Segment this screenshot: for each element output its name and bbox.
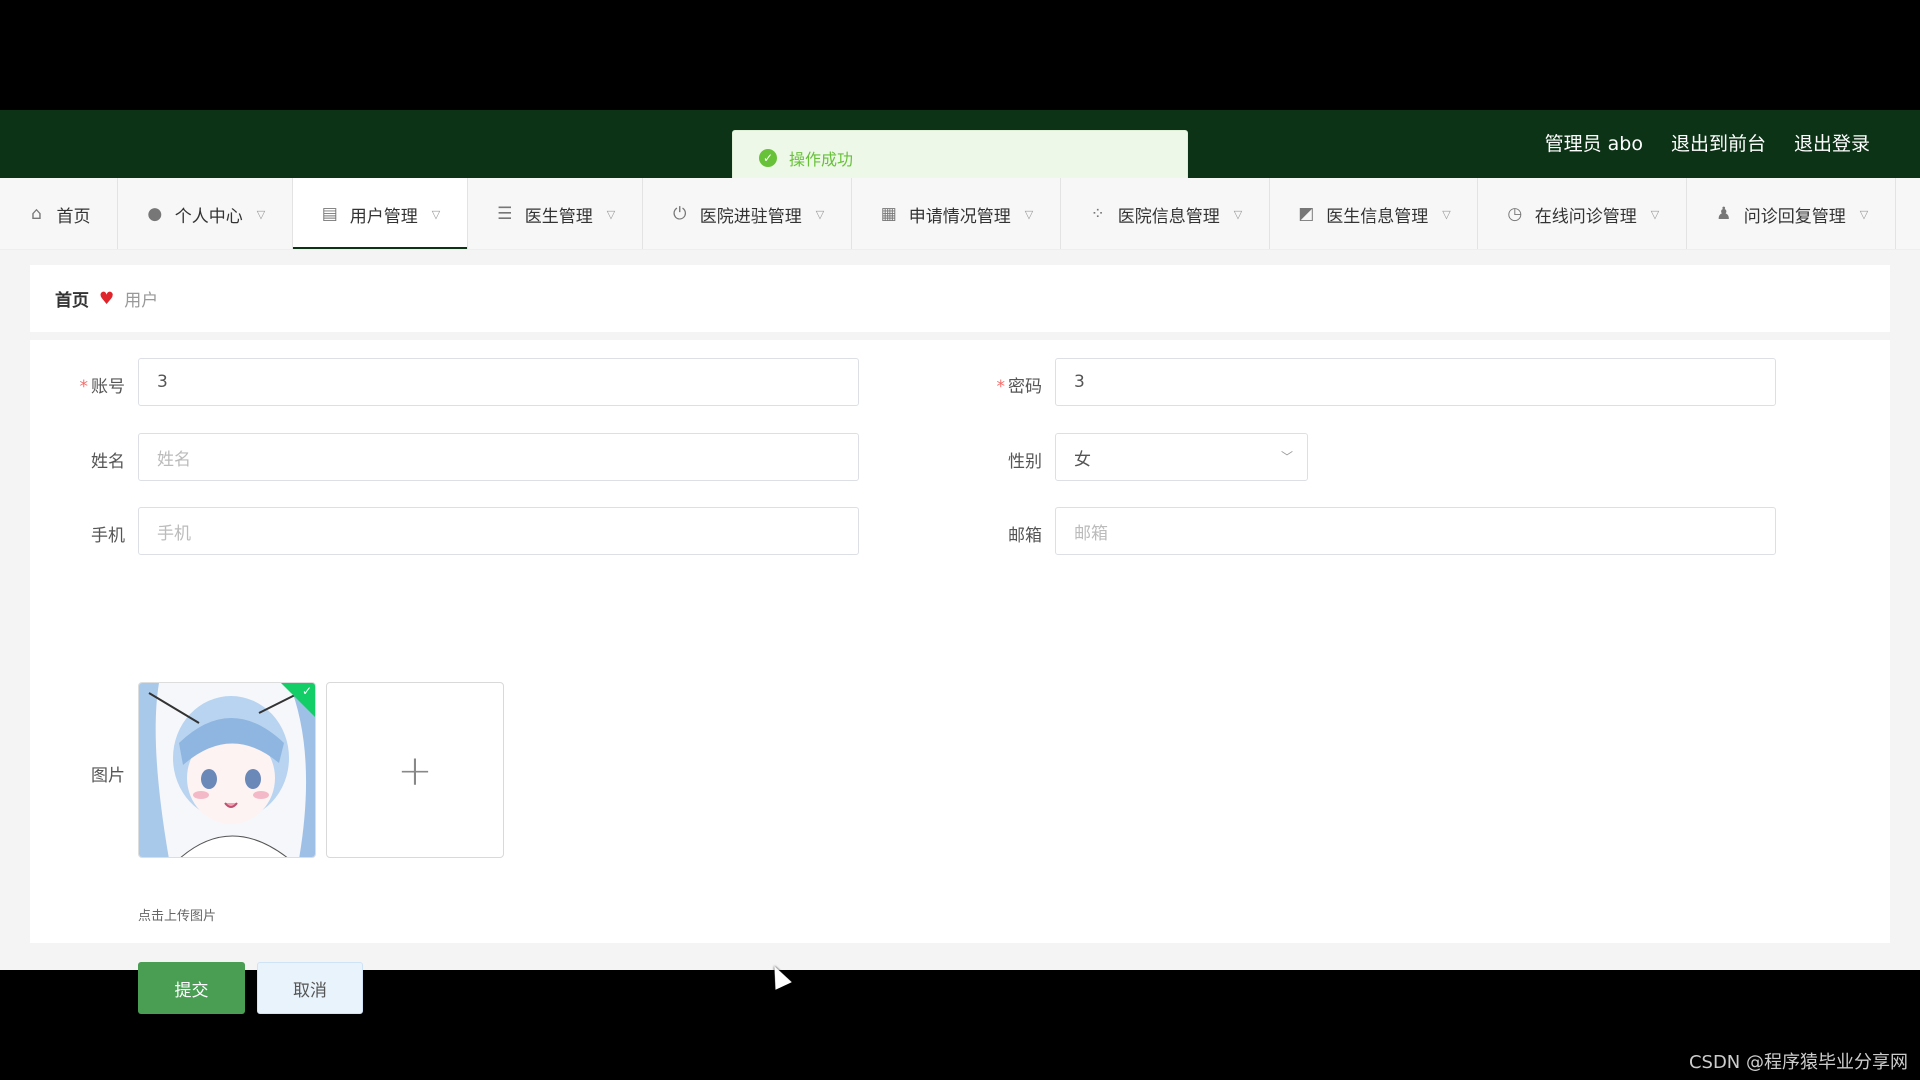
nav-item-hospital-info[interactable]: ⁘ 医院信息管理 ▽ <box>1061 178 1270 249</box>
check-icon: ✓ <box>301 684 312 698</box>
toast-message: 操作成功 <box>789 150 854 169</box>
email-label: 邮箱 <box>1008 526 1042 546</box>
name-label: 姓名 <box>91 452 125 472</box>
nav-label: 用户管理 <box>349 206 418 227</box>
chevron-down-icon: ▽ <box>815 207 825 221</box>
chart-icon: ◩ <box>1298 204 1315 224</box>
apps-icon: ⁘ <box>1090 204 1105 224</box>
phone-input[interactable]: 手机 <box>138 507 859 555</box>
exit-to-front-link[interactable]: 退出到前台 <box>1671 129 1766 156</box>
watermark: CSDN @程序猿毕业分享网 <box>1688 1052 1908 1073</box>
plus-icon: + <box>397 745 433 795</box>
breadcrumb-home[interactable]: 首页 <box>55 286 89 311</box>
nav-item-application-status[interactable]: ▦ 申请情况管理 ▽ <box>852 178 1061 249</box>
home-icon: ⌂ <box>31 204 42 224</box>
mouse-cursor-icon <box>766 962 792 990</box>
main-nav: ⌂ 首页 ● 个人中心 ▽ ▤ 用户管理 ▽ ☰ 医生管理 ▽ ⏻ 医院进驻管理… <box>0 178 1920 250</box>
clock-icon: ◷ <box>1507 204 1523 224</box>
nav-item-home[interactable]: ⌂ 首页 <box>0 178 118 249</box>
chevron-down-icon: ▽ <box>431 207 441 221</box>
chevron-down-icon: ﹀ <box>1280 450 1293 464</box>
nav-label: 医院进驻管理 <box>699 206 802 227</box>
chevron-down-icon: ▽ <box>1442 207 1451 221</box>
user-form: * 账号 3 * 密码 3 姓名 姓名 性别 女 ﹀ 手机 手机 邮箱 邮箱 图片 <box>30 340 1890 1014</box>
nav-item-online-consult[interactable]: ◷ 在线问诊管理 ▽ <box>1478 178 1687 249</box>
user-icon: ● <box>147 204 163 224</box>
image-label: 图片 <box>91 766 125 786</box>
name-input[interactable]: 姓名 <box>138 433 859 481</box>
submit-button[interactable]: 提交 <box>138 962 245 1014</box>
cancel-button[interactable]: 取消 <box>257 962 363 1014</box>
account-label: * 账号 <box>79 377 126 397</box>
person-icon: ♟ <box>1716 204 1732 224</box>
chevron-down-icon: ▽ <box>1024 207 1034 221</box>
power-icon: ⏻ <box>673 204 687 224</box>
gender-select[interactable]: 女 ﹀ <box>1055 433 1308 481</box>
nav-label: 医生管理 <box>524 206 593 227</box>
nav-item-doctor-management[interactable]: ☰ 医生管理 ▽ <box>468 178 643 249</box>
nav-label: 问诊回复管理 <box>1743 206 1846 227</box>
chevron-down-icon: ▽ <box>606 207 616 221</box>
top-header: 管理员 abo 退出到前台 退出登录 ✓ 操作成功 <box>0 110 1920 186</box>
nav-item-consult-reply[interactable]: ♟ 问诊回复管理 ▽ <box>1687 178 1896 249</box>
header-links: 管理员 abo 退出到前台 退出登录 <box>1545 129 1870 156</box>
chevron-down-icon: ▽ <box>1233 207 1243 221</box>
nav-label: 个人中心 <box>174 206 243 227</box>
document-icon: ▤ <box>321 204 338 224</box>
chevron-down-icon: ▽ <box>256 207 266 221</box>
logout-link[interactable]: 退出登录 <box>1794 129 1870 156</box>
uploaded-image-thumbnail[interactable]: ✓ <box>138 682 316 858</box>
nav-label: 医生信息管理 <box>1326 206 1429 227</box>
nav-item-user-management[interactable]: ▤ 用户管理 ▽ <box>293 178 468 249</box>
heart-icon: ♥ <box>99 288 115 309</box>
check-circle-icon: ✓ <box>759 149 777 167</box>
admin-user-label: 管理员 abo <box>1544 133 1643 155</box>
upload-tip: 点击上传图片 <box>138 909 217 924</box>
password-label: * 密码 <box>996 377 1043 397</box>
chevron-down-icon: ▽ <box>1859 207 1869 221</box>
chevron-down-icon: ▽ <box>1650 207 1660 221</box>
email-input[interactable]: 邮箱 <box>1055 507 1776 555</box>
nav-item-personal-center[interactable]: ● 个人中心 ▽ <box>118 178 293 249</box>
nav-label: 医院信息管理 <box>1117 206 1220 227</box>
upload-add-button[interactable]: + <box>326 682 504 858</box>
phone-label: 手机 <box>91 526 125 546</box>
app-screen: 管理员 abo 退出到前台 退出登录 ✓ 操作成功 ⌂ 首页 ● 个人中心 ▽ … <box>0 110 1920 1014</box>
account-input[interactable]: 3 <box>138 358 859 406</box>
nav-item-hospital-entry[interactable]: ⏻ 医院进驻管理 ▽ <box>643 178 852 249</box>
gender-label: 性别 <box>1008 452 1042 472</box>
list-icon: ☰ <box>497 204 513 224</box>
password-input[interactable]: 3 <box>1055 358 1776 406</box>
nav-label: 申请情况管理 <box>908 206 1011 227</box>
nav-item-doctor-info[interactable]: ◩ 医生信息管理 ▽ <box>1270 178 1478 249</box>
breadcrumb-current: 用户 <box>124 291 159 311</box>
breadcrumb: 首页 ♥ 用户 <box>30 265 1890 332</box>
grid-icon: ▦ <box>880 204 897 224</box>
nav-label: 首页 <box>56 206 91 227</box>
nav-label: 在线问诊管理 <box>1534 206 1637 227</box>
